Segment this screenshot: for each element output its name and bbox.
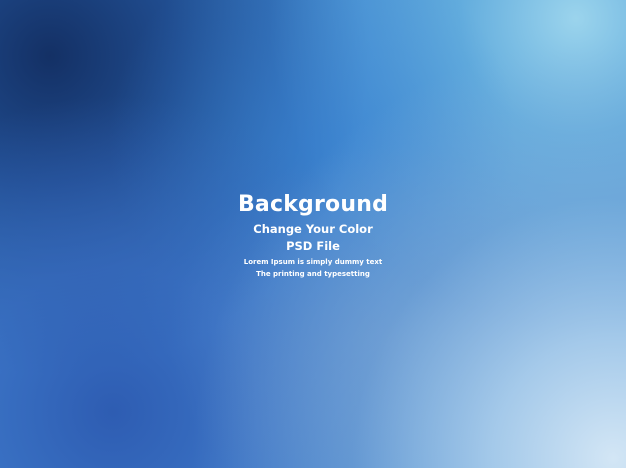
banner-body-line-2: The printing and typesetting <box>256 270 370 278</box>
gradient-background: Background Change Your Color PSD File Lo… <box>0 0 626 468</box>
banner-title: Background <box>237 192 389 217</box>
banner-text-block: Background Change Your Color PSD File Lo… <box>0 190 626 280</box>
banner-file-type: PSD File <box>286 239 340 253</box>
banner-body-line-1: Lorem Ipsum is simply dummy text <box>243 258 383 266</box>
banner-subtitle: Change Your Color <box>253 222 373 236</box>
